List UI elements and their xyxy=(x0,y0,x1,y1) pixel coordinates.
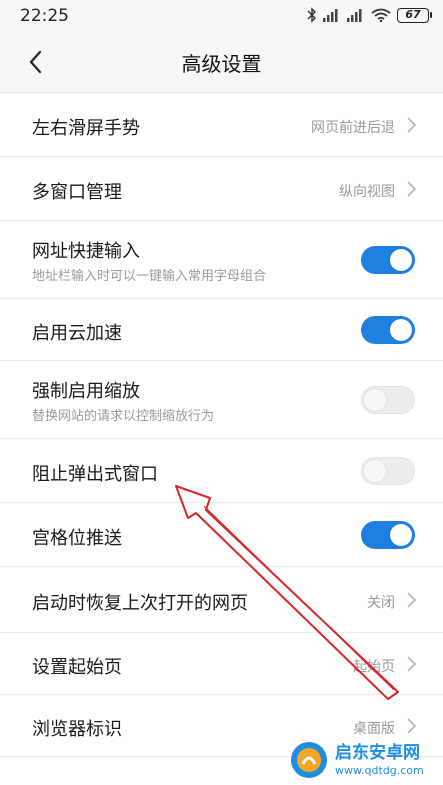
chevron-right-icon xyxy=(407,718,417,734)
toggle-switch[interactable] xyxy=(361,246,415,274)
setting-subtitle: 替换网站的请求以控制缩放行为 xyxy=(32,409,215,424)
setting-title: 启用云加速 xyxy=(32,323,122,344)
setting-value: 起始页 xyxy=(353,659,395,675)
chevron-left-icon[interactable] xyxy=(22,46,54,78)
battery-level: 67 xyxy=(405,7,421,21)
setting-restore-pages[interactable]: 启动时恢复上次打开的网页 关闭 xyxy=(0,567,443,633)
toggle-switch[interactable] xyxy=(361,457,415,485)
setting-start-page[interactable]: 设置起始页 起始页 xyxy=(0,633,443,695)
signal-icon xyxy=(347,9,362,22)
setting-title: 宫格位推送 xyxy=(32,528,122,549)
setting-title: 强制启用缩放 xyxy=(32,381,140,402)
watermark-name: 启东安卓网 xyxy=(335,742,420,763)
setting-value: 纵向视图 xyxy=(339,184,395,200)
page-title: 高级设置 xyxy=(181,52,262,76)
toggle-switch[interactable] xyxy=(361,386,415,414)
setting-subtitle: 地址栏输入时可以一键输入常用字母组合 xyxy=(32,269,267,284)
setting-title: 启动时恢复上次打开的网页 xyxy=(32,593,248,614)
setting-grid-push: 宫格位推送 xyxy=(0,503,443,567)
setting-title: 浏览器标识 xyxy=(32,719,122,740)
status-bar: 22:25 67 xyxy=(0,0,443,32)
setting-title: 左右滑屏手势 xyxy=(32,118,140,139)
setting-value: 关闭 xyxy=(367,595,395,611)
status-time: 22:25 xyxy=(20,6,69,26)
chevron-right-icon xyxy=(407,592,417,608)
setting-url-quick-input: 网址快捷输入 地址栏输入时可以一键输入常用字母组合 xyxy=(0,221,443,299)
chevron-right-icon xyxy=(407,181,417,197)
toggle-switch[interactable] xyxy=(361,316,415,344)
setting-title: 阻止弹出式窗口 xyxy=(32,464,158,485)
chevron-right-icon xyxy=(407,117,417,133)
chevron-right-icon xyxy=(407,656,417,672)
setting-title: 网址快捷输入 xyxy=(32,241,140,262)
toggle-switch[interactable] xyxy=(361,521,415,549)
signal-icon xyxy=(323,9,338,22)
settings-list: 左右滑屏手势 网页前进后退 多窗口管理 纵向视图 网址快捷输入 地址栏输入时可以… xyxy=(0,92,443,757)
setting-title: 设置起始页 xyxy=(32,657,122,678)
setting-value: 网页前进后退 xyxy=(311,120,395,136)
setting-value: 桌面版 xyxy=(353,721,395,737)
bluetooth-icon xyxy=(307,7,316,23)
setting-cloud-acceleration: 启用云加速 xyxy=(0,299,443,361)
watermark-logo-icon xyxy=(291,742,327,778)
setting-multi-window[interactable]: 多窗口管理 纵向视图 xyxy=(0,157,443,221)
watermark: 启东安卓网 www.qdtdg.com xyxy=(289,737,439,783)
header: 高级设置 xyxy=(0,32,443,92)
battery-icon: 67 xyxy=(397,7,432,23)
wifi-icon xyxy=(371,8,391,22)
setting-swipe-gesture[interactable]: 左右滑屏手势 网页前进后退 xyxy=(0,93,443,157)
setting-force-zoom: 强制启用缩放 替换网站的请求以控制缩放行为 xyxy=(0,361,443,439)
watermark-text: 启东安卓网 www.qdtdg.com xyxy=(335,742,424,777)
watermark-url: www.qdtdg.com xyxy=(335,763,424,777)
setting-title: 多窗口管理 xyxy=(32,182,122,203)
setting-block-popups: 阻止弹出式窗口 xyxy=(0,439,443,503)
status-icons: 67 xyxy=(307,7,432,23)
